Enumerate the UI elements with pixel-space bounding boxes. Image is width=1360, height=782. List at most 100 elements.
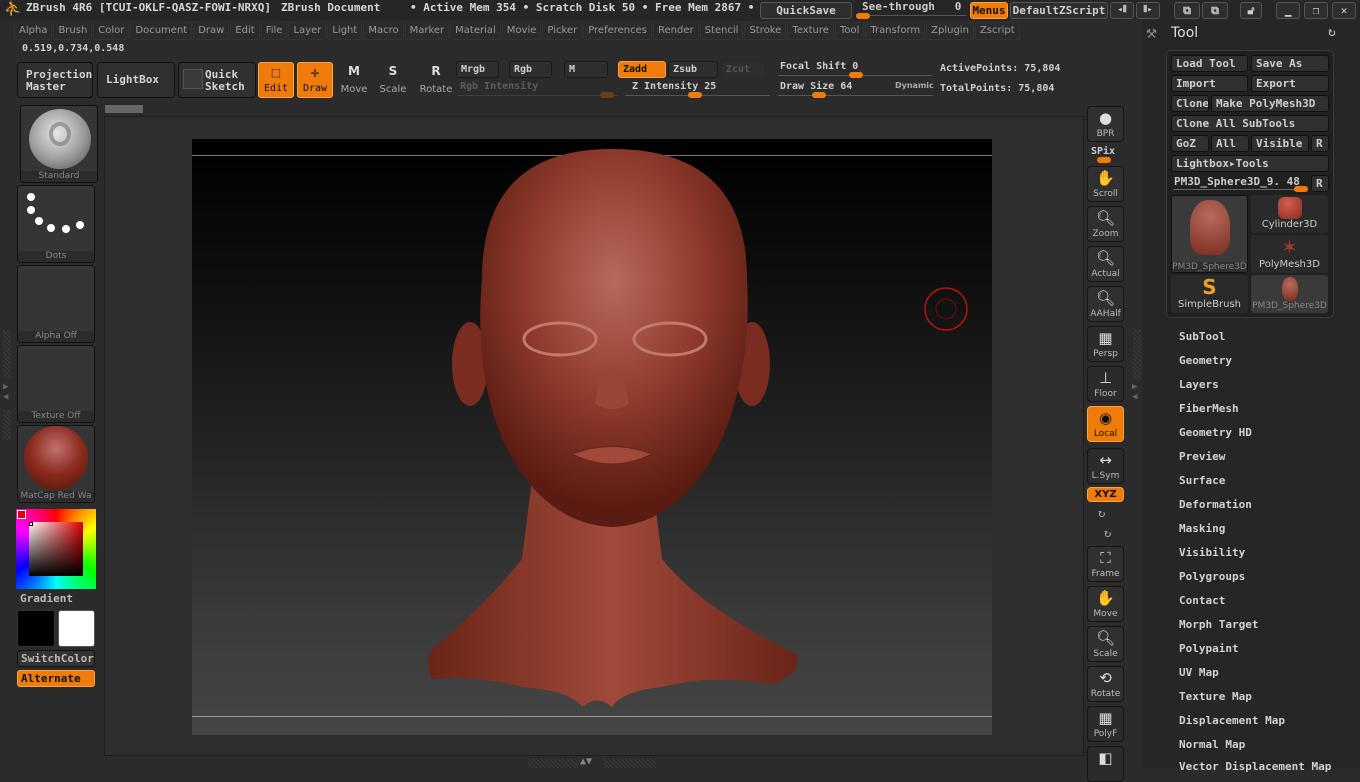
menu-layer[interactable]: Layer [288, 22, 327, 40]
switch-color-button[interactable]: SwitchColor [17, 650, 95, 667]
left-tray-toggle-icon[interactable]: ▶ ◀ [3, 382, 8, 402]
right-tray-toggle-icon[interactable]: ▶ ◀ [1132, 382, 1137, 402]
move-button[interactable]: M Move [337, 64, 371, 95]
lock-icon[interactable]: 🔓︎ [1240, 2, 1262, 19]
restore-icon[interactable]: ❐ [1304, 2, 1328, 19]
section-layers[interactable]: Layers [1179, 378, 1219, 391]
section-contact[interactable]: Contact [1179, 594, 1225, 607]
import-button[interactable]: Import [1171, 75, 1248, 92]
menu-alpha[interactable]: Alpha [14, 22, 53, 40]
close-icon[interactable]: ✕ [1332, 2, 1356, 19]
goz-button[interactable]: GoZ [1171, 135, 1209, 152]
tool-slider-knob[interactable] [1294, 186, 1308, 192]
mrgb-toggle[interactable]: Mrgb [456, 61, 499, 78]
color-picker-ring[interactable] [16, 509, 96, 589]
sculpt-model[interactable] [192, 139, 992, 735]
tool-thumb-pm3d-sphere-2[interactable]: PM3D_Sphere3D [1251, 275, 1328, 313]
menu-movie[interactable]: Movie [501, 22, 542, 40]
persp-button[interactable]: ▦ Persp [1087, 326, 1124, 362]
section-surface[interactable]: Surface [1179, 474, 1225, 487]
menu-light[interactable]: Light [327, 22, 363, 40]
menu-render[interactable]: Render [653, 22, 699, 40]
menu-edit[interactable]: Edit [230, 22, 260, 40]
menu-marker[interactable]: Marker [404, 22, 450, 40]
zcut-toggle[interactable]: Zcut [721, 61, 765, 78]
floor-button[interactable]: ⊥ Floor [1087, 366, 1124, 402]
goz-visible-button[interactable]: Visible [1251, 135, 1309, 152]
y-rotate-icon[interactable]: ↻ [1098, 506, 1105, 520]
section-subtool[interactable]: SubTool [1179, 330, 1225, 343]
menu-zscript[interactable]: Zscript [974, 22, 1020, 40]
load-tool-button[interactable]: Load Tool [1171, 55, 1248, 72]
texture-thumbnail[interactable]: Texture Off [17, 345, 95, 423]
alternate-button[interactable]: Alternate [17, 670, 95, 687]
frame-button[interactable]: ⛶ Frame [1087, 546, 1124, 582]
see-through-slider[interactable] [856, 15, 966, 16]
section-polygroups[interactable]: Polygroups [1179, 570, 1245, 583]
right-tray-scrollbar[interactable] [1133, 330, 1141, 380]
menu-preferences[interactable]: Preferences [583, 22, 653, 40]
minimize-icon[interactable]: ▁ [1276, 2, 1300, 19]
layout-next-icon[interactable]: ⧉ [1202, 2, 1228, 19]
color-picker-square[interactable] [29, 522, 83, 576]
menu-stencil[interactable]: Stencil [699, 22, 744, 40]
menu-macro[interactable]: Macro [363, 22, 404, 40]
section-geometry-hd[interactable]: Geometry HD [1179, 426, 1252, 439]
goz-all-button[interactable]: All [1211, 135, 1249, 152]
menu-file[interactable]: File [260, 22, 288, 40]
section-displacement-map[interactable]: Displacement Map [1179, 714, 1285, 727]
tool-palette-title[interactable]: Tool [1171, 25, 1198, 41]
rgb-toggle[interactable]: Rgb [509, 61, 552, 78]
alpha-thumbnail[interactable]: Alpha Off [17, 265, 95, 343]
bpr-button[interactable]: ● BPR [1087, 106, 1124, 142]
rotate-view-button[interactable]: ⟲ Rotate [1087, 666, 1124, 702]
polyf-button[interactable]: ▦ PolyF [1087, 706, 1124, 742]
section-visibility[interactable]: Visibility [1179, 546, 1245, 559]
scroll-button[interactable]: ✋ Scroll [1087, 166, 1124, 202]
move-view-button[interactable]: ✋ Move [1087, 586, 1124, 622]
primary-color-swatch[interactable] [58, 610, 95, 647]
default-zscript-button[interactable]: DefaultZScript [1010, 2, 1108, 19]
section-masking[interactable]: Masking [1179, 522, 1225, 535]
tool-thumb-simplebrush[interactable]: S SimpleBrush [1171, 275, 1248, 313]
section-vector-displacement-map[interactable]: Vector Displacement Map [1179, 760, 1331, 773]
menu-tool[interactable]: Tool [834, 22, 865, 40]
zoom-button[interactable]: 🔍︎ Zoom [1087, 206, 1124, 242]
quicksave-button[interactable]: QuickSave [760, 2, 852, 19]
tool-thumb-pm3d-sphere[interactable]: PM3D_Sphere3D [1171, 195, 1248, 273]
save-as-button[interactable]: Save As [1251, 55, 1329, 72]
brush-thumbnail[interactable]: Standard [20, 105, 98, 183]
section-fibermesh[interactable]: FiberMesh [1179, 402, 1239, 415]
menu-color[interactable]: Color [93, 22, 130, 40]
tool-slider[interactable] [1173, 189, 1308, 190]
menu-draw[interactable]: Draw [193, 22, 230, 40]
projection-master-button[interactable]: Projection Master [17, 62, 93, 98]
menu-zplugin[interactable]: Zplugin [926, 22, 974, 40]
document-canvas[interactable] [192, 139, 992, 735]
goz-r-button[interactable]: R [1311, 135, 1329, 152]
left-tray-scrollbar-lower[interactable] [3, 410, 11, 440]
section-morph-target[interactable]: Morph Target [1179, 618, 1258, 631]
clone-all-subtools-button[interactable]: Clone All SubTools [1171, 115, 1329, 132]
rgb-intensity-knob[interactable] [600, 92, 614, 98]
tool-thumb-cylinder[interactable]: Cylinder3D [1251, 195, 1328, 233]
section-polypaint[interactable]: Polypaint [1179, 642, 1239, 655]
menu-brush[interactable]: Brush [53, 22, 93, 40]
aahalf-button[interactable]: 🔍︎ AAHalf [1087, 286, 1124, 322]
section-preview[interactable]: Preview [1179, 450, 1225, 463]
see-through-knob[interactable] [856, 13, 870, 19]
bottom-tray-toggle-icon[interactable]: ▲▼ [580, 756, 592, 767]
menu-document[interactable]: Document [130, 22, 193, 40]
spix-slider[interactable] [1097, 157, 1111, 163]
lsym-button[interactable]: ↔ L.Sym [1087, 448, 1124, 484]
menu-transform[interactable]: Transform [865, 22, 926, 40]
local-button[interactable]: ◉ Local [1087, 406, 1124, 442]
scale-button[interactable]: S Scale [376, 64, 410, 95]
make-polymesh-button[interactable]: Make PolyMesh3D [1211, 95, 1329, 112]
z-intensity-knob[interactable] [688, 92, 702, 98]
section-geometry[interactable]: Geometry [1179, 354, 1232, 367]
menu-picker[interactable]: Picker [542, 22, 583, 40]
focal-shift-knob[interactable] [849, 72, 863, 78]
z-rotate-icon[interactable]: ↻ [1104, 526, 1111, 540]
lightbox-tools-button[interactable]: Lightbox▸Tools [1171, 155, 1329, 172]
